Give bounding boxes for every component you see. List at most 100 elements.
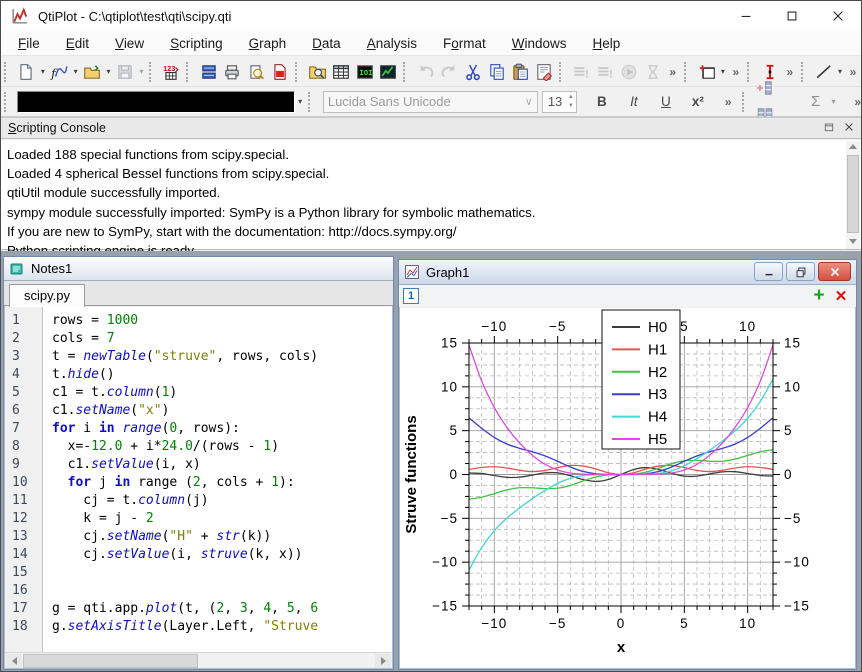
run-script-button[interactable] [617,59,641,85]
sigma-dropdown-icon[interactable]: ▾ [829,89,839,115]
menu-bar: FileEditViewScriptingGraphDataAnalysisFo… [1,31,861,56]
maximize-button[interactable] [769,1,815,31]
code-text-area[interactable]: rows = 1000cols = 7t = newTable("struve"… [44,307,392,652]
scroll-right-icon[interactable] [375,654,391,668]
overflow-chevron-icon[interactable]: » [850,65,857,79]
code-editor[interactable]: 123456789101112131415161718 rows = 1000c… [5,307,392,652]
menu-item-graph[interactable]: Graph [236,33,300,54]
toolbar-handle[interactable] [4,62,11,82]
minimize-button[interactable] [723,1,769,31]
graph-title-bar[interactable]: Graph1 [399,260,856,285]
font-family-combobox[interactable]: Lucida Sans Unicode ∨ [323,91,538,113]
show-table-button[interactable] [329,59,353,85]
plot-wizard-button[interactable] [376,59,400,85]
menu-item-scripting[interactable]: Scripting [157,33,236,54]
overflow-chevron-icon[interactable]: » [669,65,676,79]
new-function-plot-dropdown-icon[interactable]: ▾ [71,59,80,85]
add-layer-dropdown-icon[interactable]: ▾ [718,59,727,85]
notes-horizontal-scrollbar[interactable] [5,652,392,668]
export-pdf-button[interactable] [268,59,292,85]
toolbar-handle[interactable] [308,92,315,112]
data-display-box[interactable] [17,91,296,113]
menu-item-file[interactable]: File [5,33,53,54]
add-layer-button[interactable] [695,59,719,85]
scrollbar-thumb[interactable] [847,155,859,233]
show-console-button[interactable]: IOI [353,59,377,85]
execute-all-button[interactable]: ! [593,59,617,85]
italic-button[interactable]: It [621,90,647,114]
dock-float-button[interactable] [823,121,835,136]
save-project-button[interactable] [113,59,137,85]
execute-line-button[interactable]: ! [570,59,594,85]
new-project-button[interactable] [15,59,39,85]
menu-item-windows[interactable]: Windows [499,33,580,54]
graph-restore-button[interactable] [786,262,815,281]
save-project-dropdown-icon[interactable]: ▾ [137,59,146,85]
toolbar-handle[interactable] [559,62,566,82]
overflow-chevron-icon[interactable]: » [854,95,861,109]
console-dock-header[interactable]: Scripting Console [1,117,861,139]
spinner-arrows-icon[interactable]: ▲▼ [568,93,574,111]
plot-canvas[interactable]: −10−10−5−500551010151510105500−5−5−10−10… [400,308,855,668]
duplicate-window-button[interactable] [197,59,221,85]
toolbar-handle[interactable] [295,62,302,82]
scroll-left-icon[interactable] [6,654,22,668]
font-family-value: Lucida Sans Unicode [328,94,525,109]
undo-button[interactable] [414,59,438,85]
remove-layer-button[interactable]: ✕ [831,287,851,305]
print-button[interactable] [221,59,245,85]
toolbar-handle[interactable] [742,92,749,112]
cut-button[interactable] [461,59,485,85]
font-size-spinner[interactable]: 13 ▲▼ [542,91,577,113]
superscript-button[interactable]: x² [685,90,711,114]
new-function-plot-button[interactable]: f [47,59,71,85]
menu-item-format[interactable]: Format [430,33,499,54]
graph-close-button[interactable] [818,262,851,281]
notes-title-bar[interactable]: Notes1 [4,257,393,281]
draw-line-dropdown-icon[interactable]: ▾ [835,59,844,85]
scrollbar-thumb[interactable] [23,654,198,668]
toolbar-handle[interactable] [4,92,11,112]
sum-column-button[interactable]: Σ [803,90,829,114]
console-scrollbar[interactable] [846,141,860,249]
open-project-dropdown-icon[interactable]: ▾ [104,59,113,85]
menu-item-analysis[interactable]: Analysis [354,33,430,54]
menu-item-edit[interactable]: Edit [53,33,102,54]
graph-minimize-button[interactable] [754,262,783,281]
copy-button[interactable] [485,59,509,85]
toolbar-handle[interactable] [403,62,410,82]
erase-button[interactable] [532,59,556,85]
toolbar-handle[interactable] [149,62,156,82]
menu-item-data[interactable]: Data [299,33,354,54]
draw-line-button[interactable] [812,59,836,85]
scroll-up-icon[interactable] [849,144,857,149]
toolbar-handle[interactable] [186,62,193,82]
menu-item-view[interactable]: View [102,33,157,54]
add-layer-button[interactable]: + [809,287,829,305]
tab-scipy-py[interactable]: scipy.py [9,284,85,307]
legend[interactable]: H0H1H2H3H4H5 [602,310,680,449]
legend-label-H5: H5 [648,431,667,448]
overflow-chevron-icon[interactable]: » [725,95,732,109]
print-preview-button[interactable] [244,59,268,85]
display-dropdown-icon[interactable]: ▾ [295,89,305,115]
open-project-button[interactable] [80,59,104,85]
busy-hourglass-button[interactable] [641,59,665,85]
close-button[interactable] [815,1,861,31]
paste-button[interactable] [509,59,533,85]
project-explorer-button[interactable] [305,59,329,85]
import-ascii-button[interactable]: 123 [160,59,184,85]
console-output[interactable]: Loaded 188 special functions from scipy.… [1,140,861,250]
dock-close-button[interactable] [843,121,855,136]
layer-1-button[interactable]: 1 [403,288,419,304]
add-column-button[interactable] [752,75,778,101]
underline-button[interactable]: U [653,90,679,114]
redo-button[interactable] [437,59,461,85]
title-bar[interactable]: QtiPlot - C:\qtiplot\test\qti\scipy.qti [1,1,861,31]
bold-button[interactable]: B [589,90,615,114]
overflow-chevron-icon[interactable]: » [733,65,740,79]
new-project-dropdown-icon[interactable]: ▾ [38,59,47,85]
toolbar-handle[interactable] [684,62,691,82]
menu-item-help[interactable]: Help [580,33,634,54]
scroll-down-icon[interactable] [849,239,857,244]
